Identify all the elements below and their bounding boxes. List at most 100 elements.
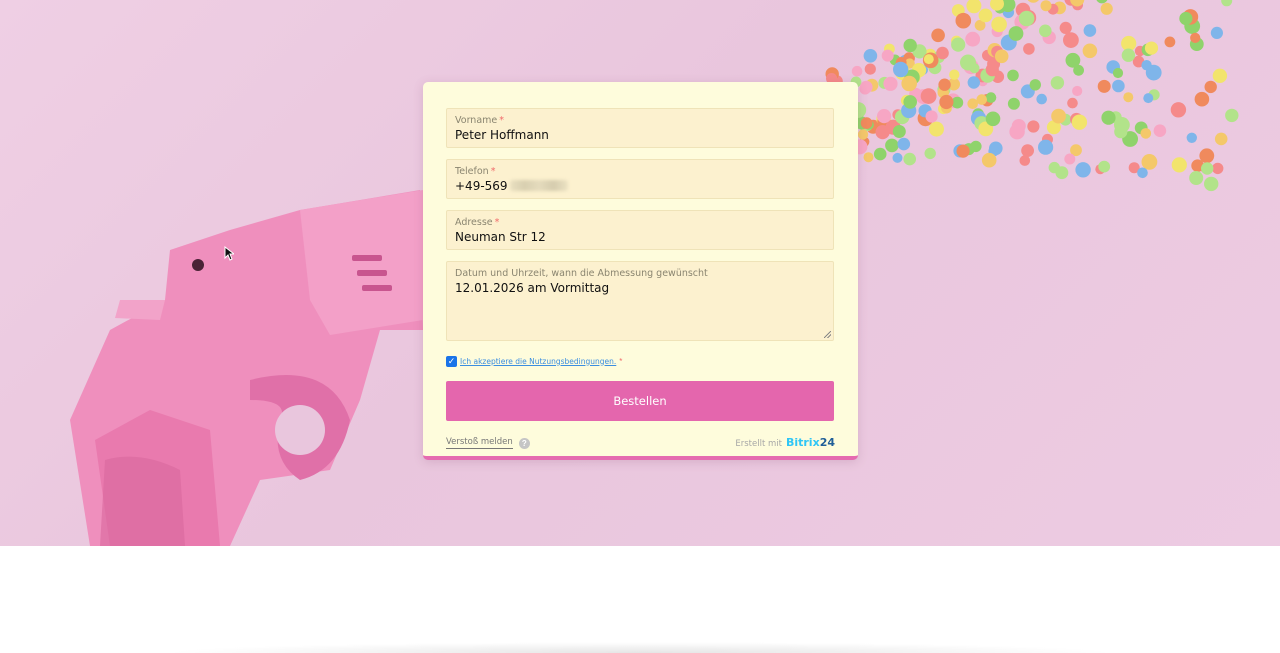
sprinkle <box>1153 124 1167 137</box>
sprinkle <box>1023 43 1035 55</box>
sprinkle <box>939 94 954 110</box>
phone-label: Telefon * <box>455 166 496 177</box>
phone-field[interactable]: Telefon * +49-569 <box>446 159 834 199</box>
sprinkle <box>931 28 945 43</box>
sprinkle <box>967 98 978 109</box>
sprinkle <box>936 46 949 60</box>
sprinkle <box>883 76 898 91</box>
sprinkle <box>903 95 917 109</box>
sprinkle <box>851 65 863 77</box>
sprinkle <box>875 125 890 140</box>
sprinkle <box>1123 92 1134 103</box>
sprinkle <box>1055 166 1069 180</box>
sprinkle <box>903 38 917 53</box>
sprinkle <box>985 92 997 103</box>
sprinkle <box>903 152 916 166</box>
sprinkle <box>1084 24 1095 35</box>
sprinkle <box>897 137 911 151</box>
first-name-value[interactable]: Peter Hoffmann <box>455 128 549 142</box>
report-abuse: Verstoß melden ? <box>446 437 530 449</box>
sprinkle <box>1021 144 1034 158</box>
sprinkle <box>863 152 874 163</box>
sprinkle <box>966 0 982 14</box>
sprinkle <box>1038 139 1054 155</box>
report-abuse-link[interactable]: Verstoß melden <box>446 437 513 449</box>
phone-value[interactable]: +49-569 <box>455 179 568 193</box>
sprinkle <box>860 117 873 129</box>
sprinkle <box>1204 80 1217 94</box>
address-value[interactable]: Neuman Str 12 <box>455 230 546 244</box>
sprinkle <box>1071 114 1088 130</box>
sprinkle <box>1050 76 1065 90</box>
resize-handle-icon[interactable] <box>824 331 831 338</box>
sprinkle <box>938 78 951 91</box>
first-name-label: Vorname * <box>455 115 505 126</box>
address-field[interactable]: Adresse * Neuman Str 12 <box>446 210 834 250</box>
sprinkle <box>1186 132 1198 143</box>
sprinkle <box>885 138 899 153</box>
sprinkle <box>1027 120 1040 133</box>
question-mark-icon[interactable]: ? <box>518 437 530 449</box>
sprinkle <box>924 147 936 160</box>
sprinkle <box>1063 32 1079 48</box>
sprinkle <box>864 63 876 75</box>
sprinkle <box>1121 48 1136 62</box>
sprinkle <box>951 37 966 52</box>
sprinkle <box>1011 119 1026 133</box>
sprinkle <box>1194 91 1210 107</box>
sprinkle <box>920 88 937 104</box>
appointment-value[interactable]: 12.01.2026 am Vormittag <box>455 281 609 295</box>
sprinkle <box>1145 64 1162 81</box>
sprinkle <box>1137 167 1148 179</box>
sprinkle <box>1064 153 1076 165</box>
sprinkle <box>1221 0 1233 7</box>
first-name-field[interactable]: Vorname * Peter Hoffmann <box>446 108 834 148</box>
sprinkle <box>1008 26 1024 41</box>
sprinkle <box>901 75 917 92</box>
sprinkle <box>857 129 869 140</box>
sprinkle <box>1143 93 1154 104</box>
candy-sprinkles-illustration <box>825 0 1239 192</box>
sprinkle <box>1210 26 1223 39</box>
sprinkle <box>1007 69 1019 82</box>
appointment-label: Datum und Uhrzeit, wann die Abmessung ge… <box>455 268 708 279</box>
sprinkle <box>1179 11 1193 26</box>
sprinkle <box>1144 41 1159 55</box>
sprinkle <box>1029 79 1042 91</box>
sprinkle <box>1112 79 1125 93</box>
sprinkle <box>1097 79 1111 93</box>
sprinkle <box>892 125 906 138</box>
address-label: Adresse * <box>455 217 500 228</box>
sprinkle <box>1100 2 1113 15</box>
sprinkle <box>1164 36 1176 48</box>
sprinkle <box>1212 68 1228 84</box>
sprinkle <box>1140 128 1152 139</box>
bitrix24-logo[interactable]: Bitrix24 <box>786 436 835 449</box>
sprinkle <box>969 63 980 74</box>
sprinkle <box>955 12 972 29</box>
sprinkle <box>929 121 944 137</box>
sprinkle <box>860 80 873 94</box>
sprinkle <box>991 16 1007 33</box>
terms-link[interactable]: Ich akzeptiere die Nutzungsbedingungen. <box>460 357 616 366</box>
sprinkle <box>956 144 970 158</box>
order-button[interactable]: Bestellen <box>446 381 834 421</box>
sprinkle <box>1201 162 1214 175</box>
sprinkle <box>1212 162 1224 175</box>
sprinkle <box>1112 67 1124 79</box>
sprinkle <box>1065 52 1081 68</box>
terms-consent: ✓ Ich akzeptiere die Nutzungsbedingungen… <box>446 354 622 368</box>
appointment-textarea[interactable]: Datum und Uhrzeit, wann die Abmessung ge… <box>446 261 834 341</box>
sprinkle <box>1141 154 1158 170</box>
sprinkle <box>1018 10 1035 27</box>
sprinkle <box>893 61 909 78</box>
sprinkle <box>1171 157 1187 173</box>
sprinkle <box>1072 85 1083 97</box>
sprinkle <box>1036 93 1047 105</box>
sprinkle <box>1204 176 1219 192</box>
checkmark-icon: ✓ <box>447 355 456 366</box>
sprinkle <box>1067 97 1078 109</box>
sprinkle <box>976 94 987 105</box>
terms-checkbox[interactable]: ✓ <box>446 355 457 367</box>
sprinkle <box>1039 24 1052 38</box>
